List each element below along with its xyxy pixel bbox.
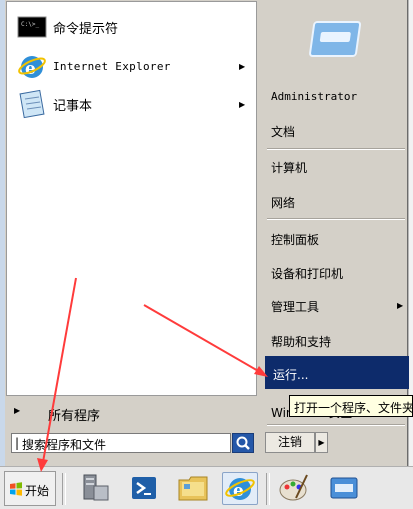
- text-caret: |: [15, 436, 20, 450]
- program-notepad[interactable]: 记事本 ▶: [7, 85, 256, 123]
- command-prompt-icon: C:\>_: [17, 16, 47, 38]
- devices-printers-link[interactable]: 设备和打印机: [271, 265, 343, 282]
- windows-logo-icon: [10, 482, 22, 496]
- explorer-button[interactable]: [176, 472, 212, 505]
- search-icon: [236, 436, 250, 450]
- internet-explorer-icon: e: [225, 478, 255, 501]
- start-button[interactable]: 开始: [4, 471, 56, 506]
- arrow-right-icon: ▶: [14, 406, 21, 415]
- network-link[interactable]: 网络: [271, 194, 295, 211]
- server-manager-button[interactable]: [76, 472, 112, 505]
- run-tooltip: 打开一个程序、文件夹: [289, 395, 413, 417]
- computer-link[interactable]: 计算机: [271, 159, 307, 176]
- explorer-folder-icon: [178, 476, 208, 501]
- user-picture-icon: [309, 21, 362, 57]
- submenu-arrow-icon: ▶: [239, 99, 246, 109]
- program-label: Internet Explorer: [53, 59, 171, 73]
- logoff-button[interactable]: 注销: [265, 432, 315, 453]
- taskbar: 开始 e: [0, 466, 413, 509]
- internet-explorer-icon: e: [18, 56, 46, 79]
- start-label: 开始: [25, 484, 50, 498]
- shutdown-options-button[interactable]: ▶: [315, 432, 328, 453]
- control-panel-link[interactable]: 控制面板: [271, 231, 319, 248]
- submenu-arrow-icon: ▶: [239, 61, 246, 71]
- search-placeholder: 搜索程序和文件: [22, 438, 107, 452]
- all-programs-button[interactable]: ▶ 所有程序: [6, 398, 257, 426]
- program-label: 记事本: [53, 98, 93, 114]
- powershell-button[interactable]: [126, 472, 162, 505]
- taskbar-separator: [62, 473, 66, 505]
- admin-tools-link[interactable]: 管理工具: [271, 298, 319, 315]
- remote-desktop-icon: [330, 477, 358, 499]
- user-name-link[interactable]: Administrator: [271, 90, 357, 103]
- notepad-icon: [19, 89, 45, 119]
- taskbar-separator: [266, 473, 270, 505]
- internet-explorer-button[interactable]: e: [222, 472, 258, 505]
- run-label: 运行...: [273, 368, 309, 382]
- all-programs-label: 所有程序: [48, 409, 101, 424]
- server-manager-icon: [83, 474, 109, 501]
- help-support-link[interactable]: 帮助和支持: [271, 333, 331, 350]
- submenu-arrow-icon: ▶: [397, 301, 404, 310]
- separator: [267, 148, 405, 150]
- programs-pane: C:\>_ 命令提示符 e Internet Explorer ▶ 记事本 ▶: [6, 1, 257, 396]
- program-internet-explorer[interactable]: e Internet Explorer ▶: [7, 47, 256, 85]
- remote-desktop-button[interactable]: [326, 472, 362, 505]
- search-button[interactable]: [232, 433, 254, 453]
- powershell-icon: [132, 477, 156, 499]
- program-label: 命令提示符: [53, 21, 119, 37]
- documents-link[interactable]: 文档: [271, 123, 295, 140]
- arrow-right-icon: ▶: [318, 438, 325, 447]
- paint-button[interactable]: [276, 472, 312, 505]
- search-input[interactable]: | 搜索程序和文件: [11, 433, 231, 453]
- program-command-prompt[interactable]: C:\>_ 命令提示符: [7, 8, 256, 46]
- paint-icon: [279, 474, 308, 501]
- separator: [267, 424, 405, 426]
- run-menu-item[interactable]: 运行...: [265, 356, 409, 389]
- svg-text:C:\>_: C:\>_: [21, 21, 39, 28]
- separator: [267, 218, 405, 220]
